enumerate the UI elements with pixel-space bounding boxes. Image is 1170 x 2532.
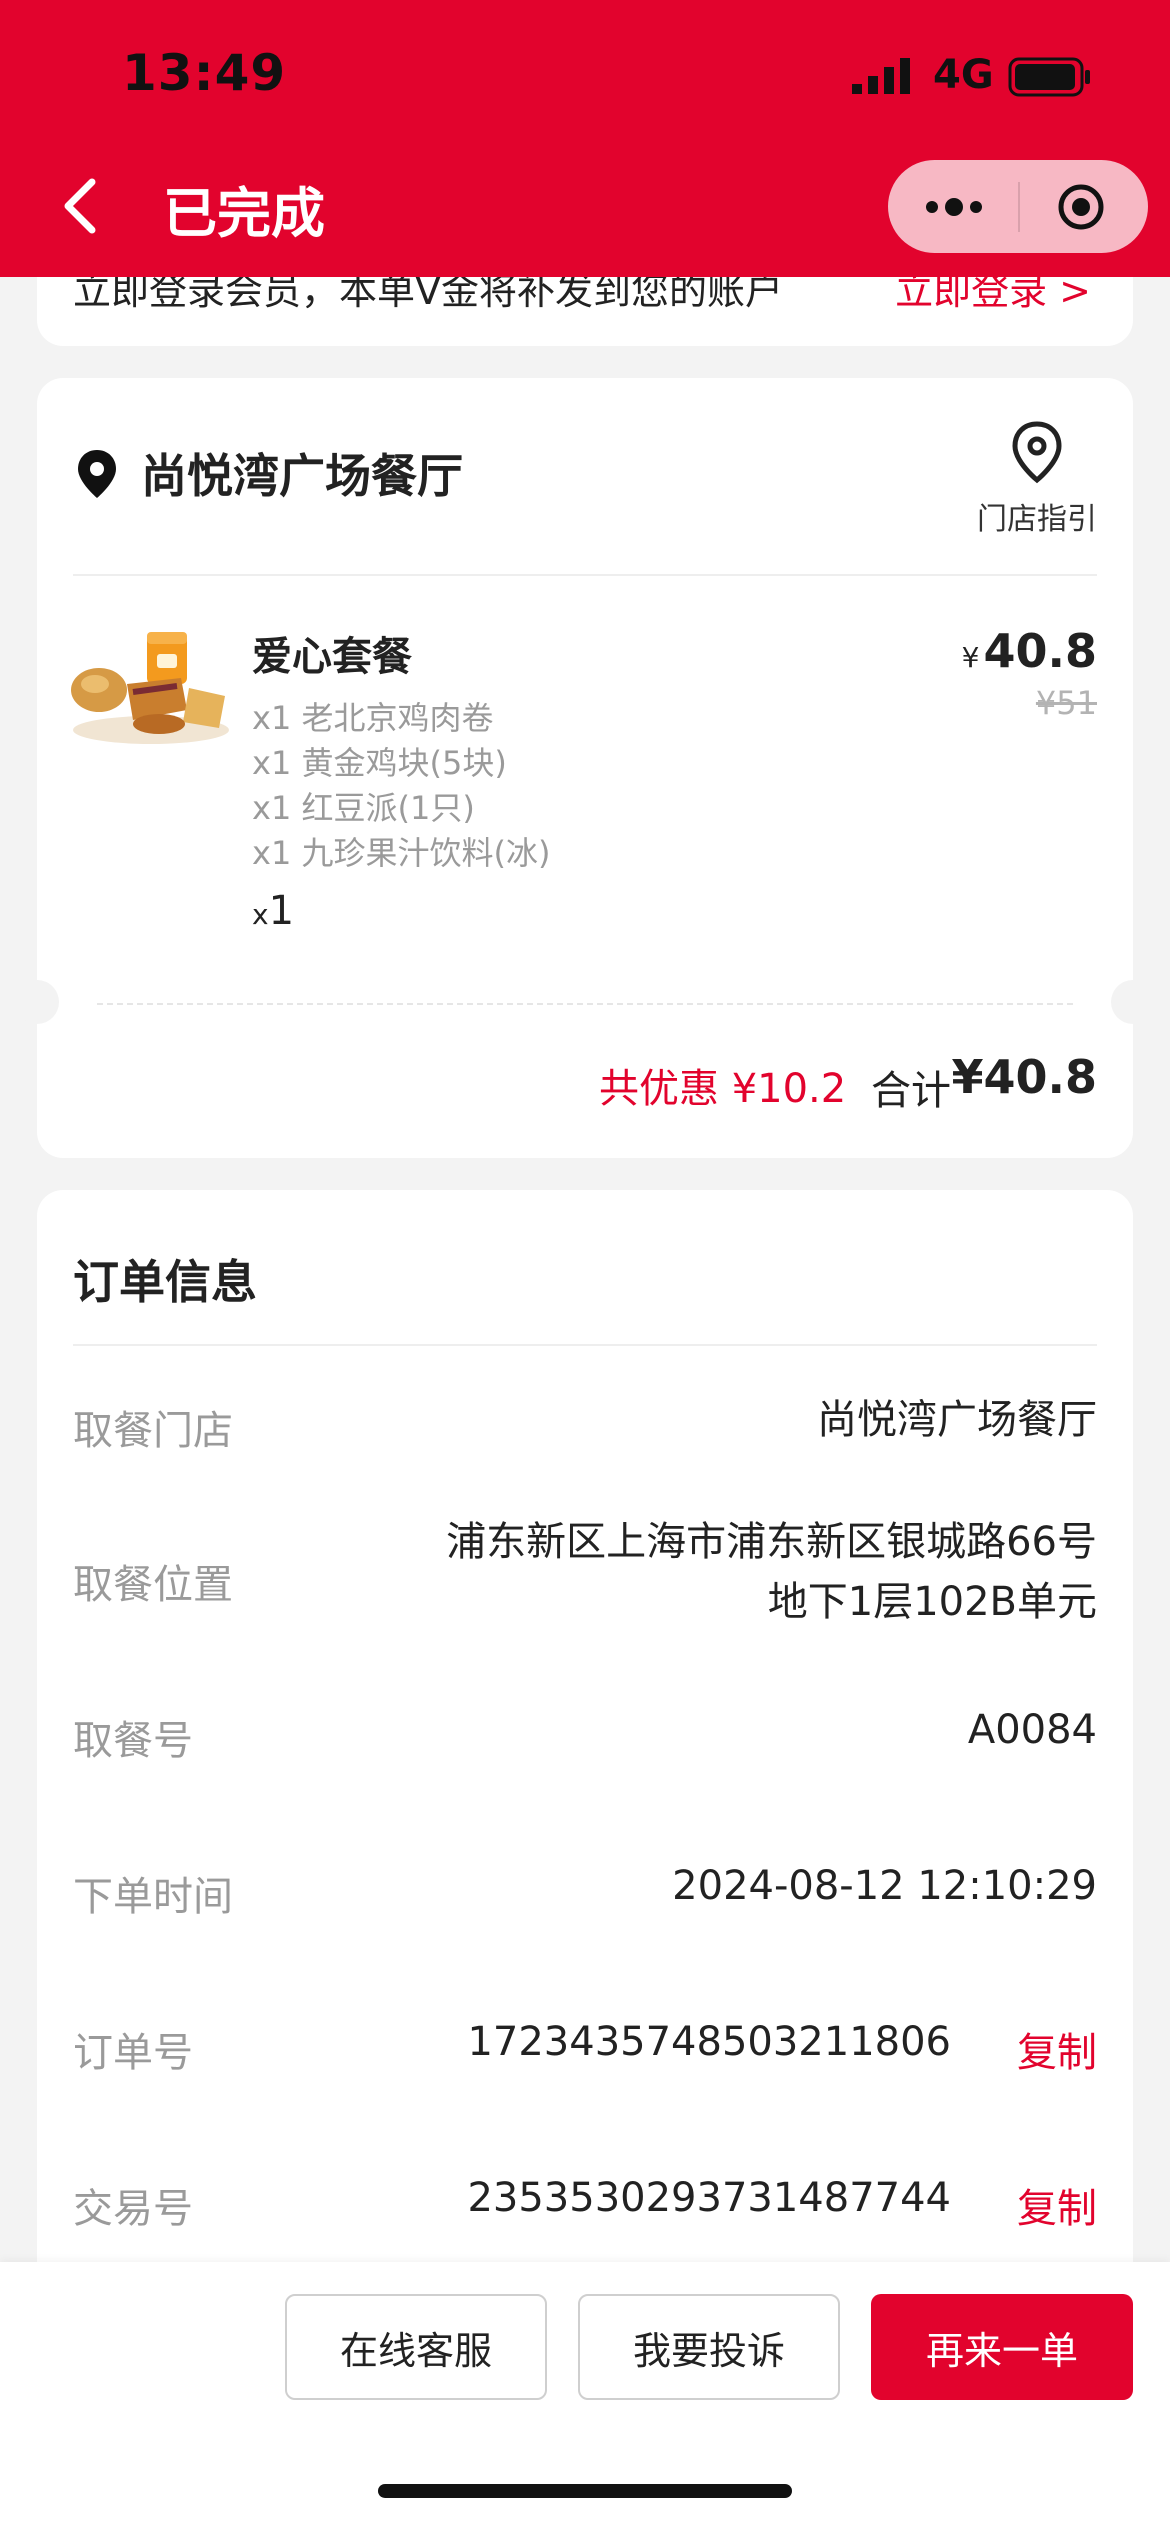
pickup-store-value: 尚悦湾广场餐厅: [817, 1397, 1097, 1443]
pickup-number-value: A0084: [967, 1707, 1097, 1753]
more-dots-icon[interactable]: [924, 192, 984, 222]
signal-icon: [852, 58, 910, 94]
network-type: 4G: [933, 52, 994, 98]
order-number-label: 订单号: [73, 2030, 193, 2076]
dashed-divider: [97, 1003, 1073, 1005]
total-value: ¥40.8: [951, 1050, 1097, 1104]
divider: [73, 1344, 1097, 1346]
capsule-divider: [1018, 182, 1020, 232]
mini-program-capsule: [888, 160, 1148, 253]
online-service-button[interactable]: 在线客服: [285, 2294, 547, 2400]
target-icon[interactable]: [1056, 182, 1106, 232]
card-notch-left: [15, 980, 59, 1024]
item-quantity: x1: [252, 888, 294, 934]
bottom-action-bar: 在线客服 我要投诉 再来一单: [0, 2262, 1170, 2532]
quantity-prefix: x: [252, 898, 269, 931]
order-time-value: 2024-08-12 12:10:29: [672, 1863, 1097, 1909]
item-component: x1 九珍果汁饮料(冰): [252, 834, 551, 872]
pickup-location-line2: 地下1层102B单元: [767, 1579, 1097, 1625]
store-guide-label: 门店指引: [977, 502, 1097, 537]
home-indicator: [378, 2484, 792, 2498]
order-card: 尚悦湾广场餐厅 门店指引 爱心套餐 x1 老北京鸡肉卷 x1 黄金鸡块(5块) …: [15, 378, 1155, 1158]
currency-symbol: ¥: [961, 641, 980, 674]
item-name: 爱心套餐: [252, 634, 412, 680]
location-pin-icon: [78, 450, 116, 498]
store-guide-button[interactable]: 门店指引: [977, 420, 1097, 538]
transaction-number-label: 交易号: [73, 2186, 193, 2232]
pickup-store-label: 取餐门店: [73, 1408, 233, 1454]
order-info-title: 订单信息: [73, 1255, 257, 1309]
item-price: ¥40.8: [962, 624, 1097, 678]
map-pin-outline-icon: [1012, 421, 1062, 484]
transaction-number-value: 2353530293731487744: [467, 2175, 951, 2221]
pickup-location-value: 浦东新区上海市浦东新区银城路66号 地下1层102B单元: [446, 1512, 1097, 1632]
item-component: x1 老北京鸡肉卷: [252, 699, 494, 737]
item-components: x1 老北京鸡肉卷 x1 黄金鸡块(5块) x1 红豆派(1只) x1 九珍果汁…: [252, 696, 550, 876]
discount-total: 共优惠 ¥10.2: [599, 1066, 847, 1112]
order-number-value: 1723435748503211806: [467, 2019, 951, 2065]
pickup-location-line1: 浦东新区上海市浦东新区银城路66号: [446, 1519, 1097, 1565]
item-original-price: ¥51: [1035, 684, 1097, 722]
battery-icon: [1008, 57, 1090, 97]
complaint-button[interactable]: 我要投诉: [578, 2294, 840, 2400]
order-time-label: 下单时间: [73, 1874, 233, 1920]
pickup-location-label: 取餐位置: [73, 1562, 233, 1608]
header-bar: 13:49 4G 已完成: [0, 0, 1170, 277]
quantity-value: 1: [268, 888, 295, 934]
meal-image: [71, 632, 229, 744]
store-name: 尚悦湾广场餐厅: [141, 449, 463, 503]
order-info-card: 订单信息 取餐门店 尚悦湾广场餐厅 取餐位置 浦东新区上海市浦东新区银城路66号…: [37, 1190, 1133, 2290]
pickup-number-label: 取餐号: [73, 1718, 193, 1764]
copy-transaction-number-button[interactable]: 复制: [1017, 2176, 1097, 2234]
back-arrow-icon[interactable]: [58, 176, 108, 236]
item-component: x1 黄金鸡块(5块): [252, 744, 507, 782]
divider: [73, 574, 1097, 576]
copy-order-number-button[interactable]: 复制: [1017, 2020, 1097, 2078]
item-component: x1 红豆派(1只): [252, 789, 475, 827]
page-title: 已完成: [163, 182, 325, 245]
item-price-value: 40.8: [983, 624, 1098, 678]
reorder-button[interactable]: 再来一单: [871, 2294, 1133, 2400]
status-time: 13:49: [122, 44, 287, 102]
total-label: 合计: [871, 1068, 951, 1114]
card-notch-right: [1111, 980, 1155, 1024]
